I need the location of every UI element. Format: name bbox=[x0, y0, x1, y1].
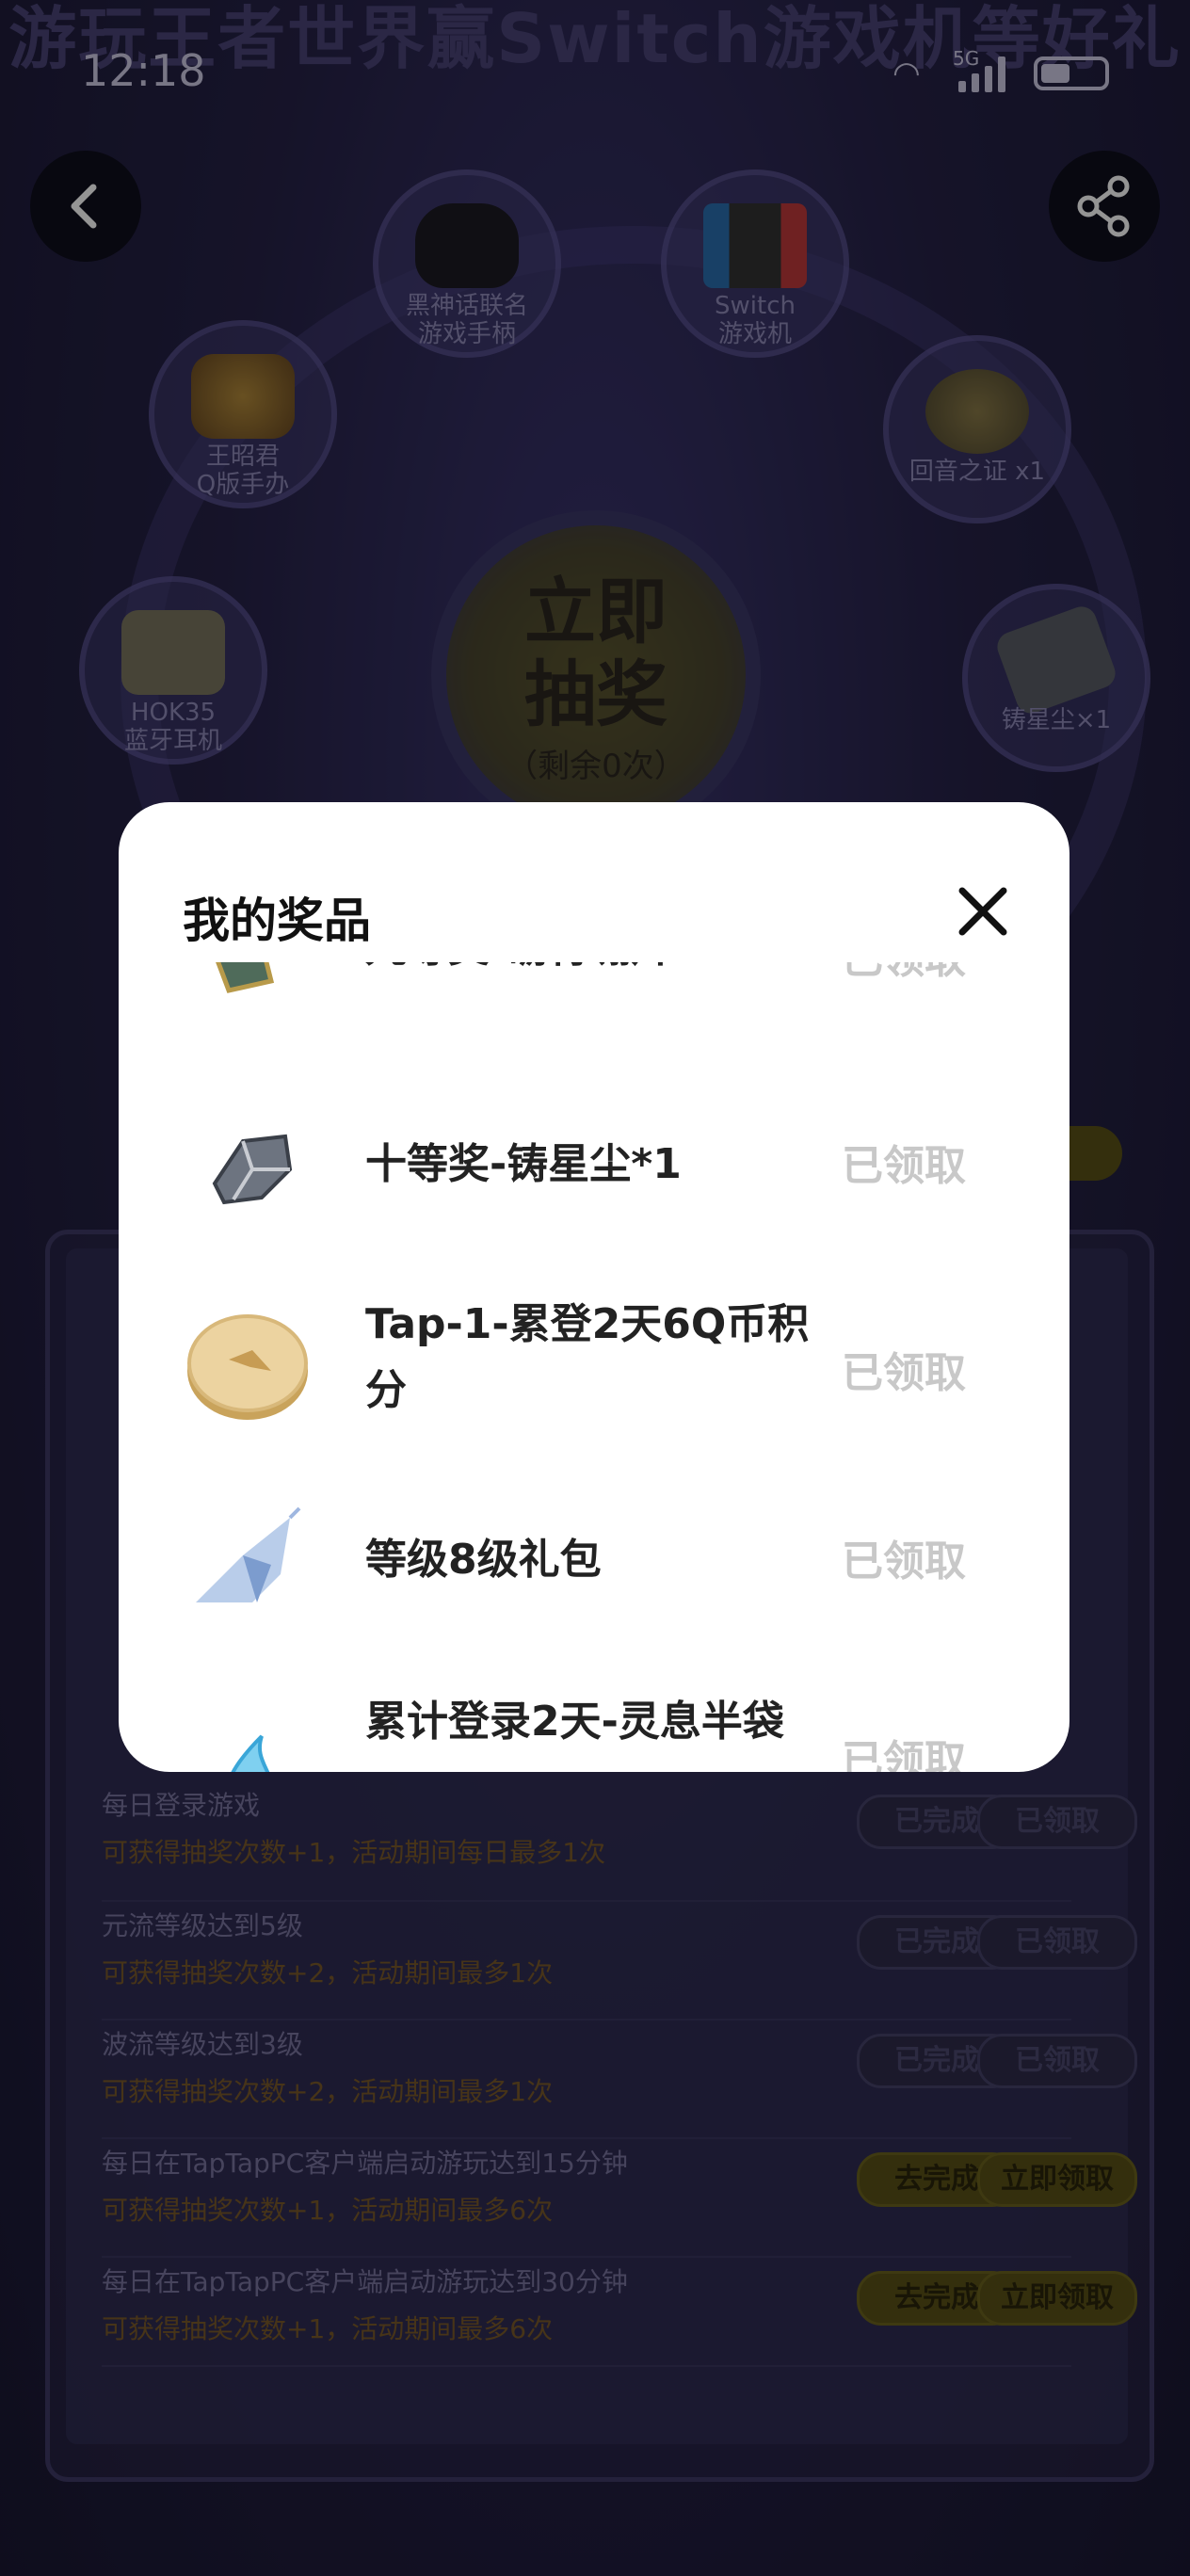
prize-name: 十等奖-铸星尘*1 bbox=[365, 1140, 682, 1188]
prize-list-item: 九等奖-砺青翎片*1 已领取 bbox=[119, 962, 1069, 1009]
spirit-flame-icon bbox=[177, 1708, 318, 1772]
prize-status: 已领取 bbox=[842, 1349, 966, 1397]
my-prizes-dialog: 我的奖品 九等奖-砺青翎片*1 已领取 十等奖-铸星尘*1 已领取 bbox=[119, 802, 1069, 1772]
prize-list-item: Tap-1-累登2天6Q币积分 已领取 bbox=[119, 1282, 1069, 1471]
prize-list-item: 等级8级礼包 已领取 bbox=[119, 1489, 1069, 1659]
prize-status: 已领取 bbox=[842, 1142, 966, 1190]
prize-name: 九等奖-砺青翎片*1 bbox=[365, 962, 817, 981]
prize-list-item: 累计登录2天-灵息半袋 已领取 bbox=[119, 1680, 1069, 1772]
prize-name: 累计登录2天-灵息半袋 bbox=[365, 1698, 784, 1746]
coin-icon bbox=[177, 1294, 318, 1435]
prize-list-item: 十等奖-铸星尘*1 已领取 bbox=[119, 1094, 1069, 1264]
star-dust-icon bbox=[177, 1094, 318, 1235]
close-button[interactable] bbox=[945, 874, 1021, 949]
close-icon bbox=[958, 887, 1007, 936]
prize-status: 已领取 bbox=[842, 1538, 966, 1586]
dialog-title: 我的奖品 bbox=[183, 894, 371, 948]
feather-shard-icon bbox=[177, 962, 318, 1038]
prize-name: Tap-1-累登2天6Q币积分 bbox=[365, 1300, 810, 1414]
prize-status: 已领取 bbox=[842, 1737, 966, 1772]
prize-list[interactable]: 九等奖-砺青翎片*1 已领取 十等奖-铸星尘*1 已领取 Tap-1- bbox=[119, 962, 1069, 1772]
prize-status: 已领取 bbox=[842, 962, 966, 985]
gift-crystal-icon bbox=[177, 1489, 318, 1631]
prize-name: 等级8级礼包 bbox=[365, 1536, 602, 1584]
